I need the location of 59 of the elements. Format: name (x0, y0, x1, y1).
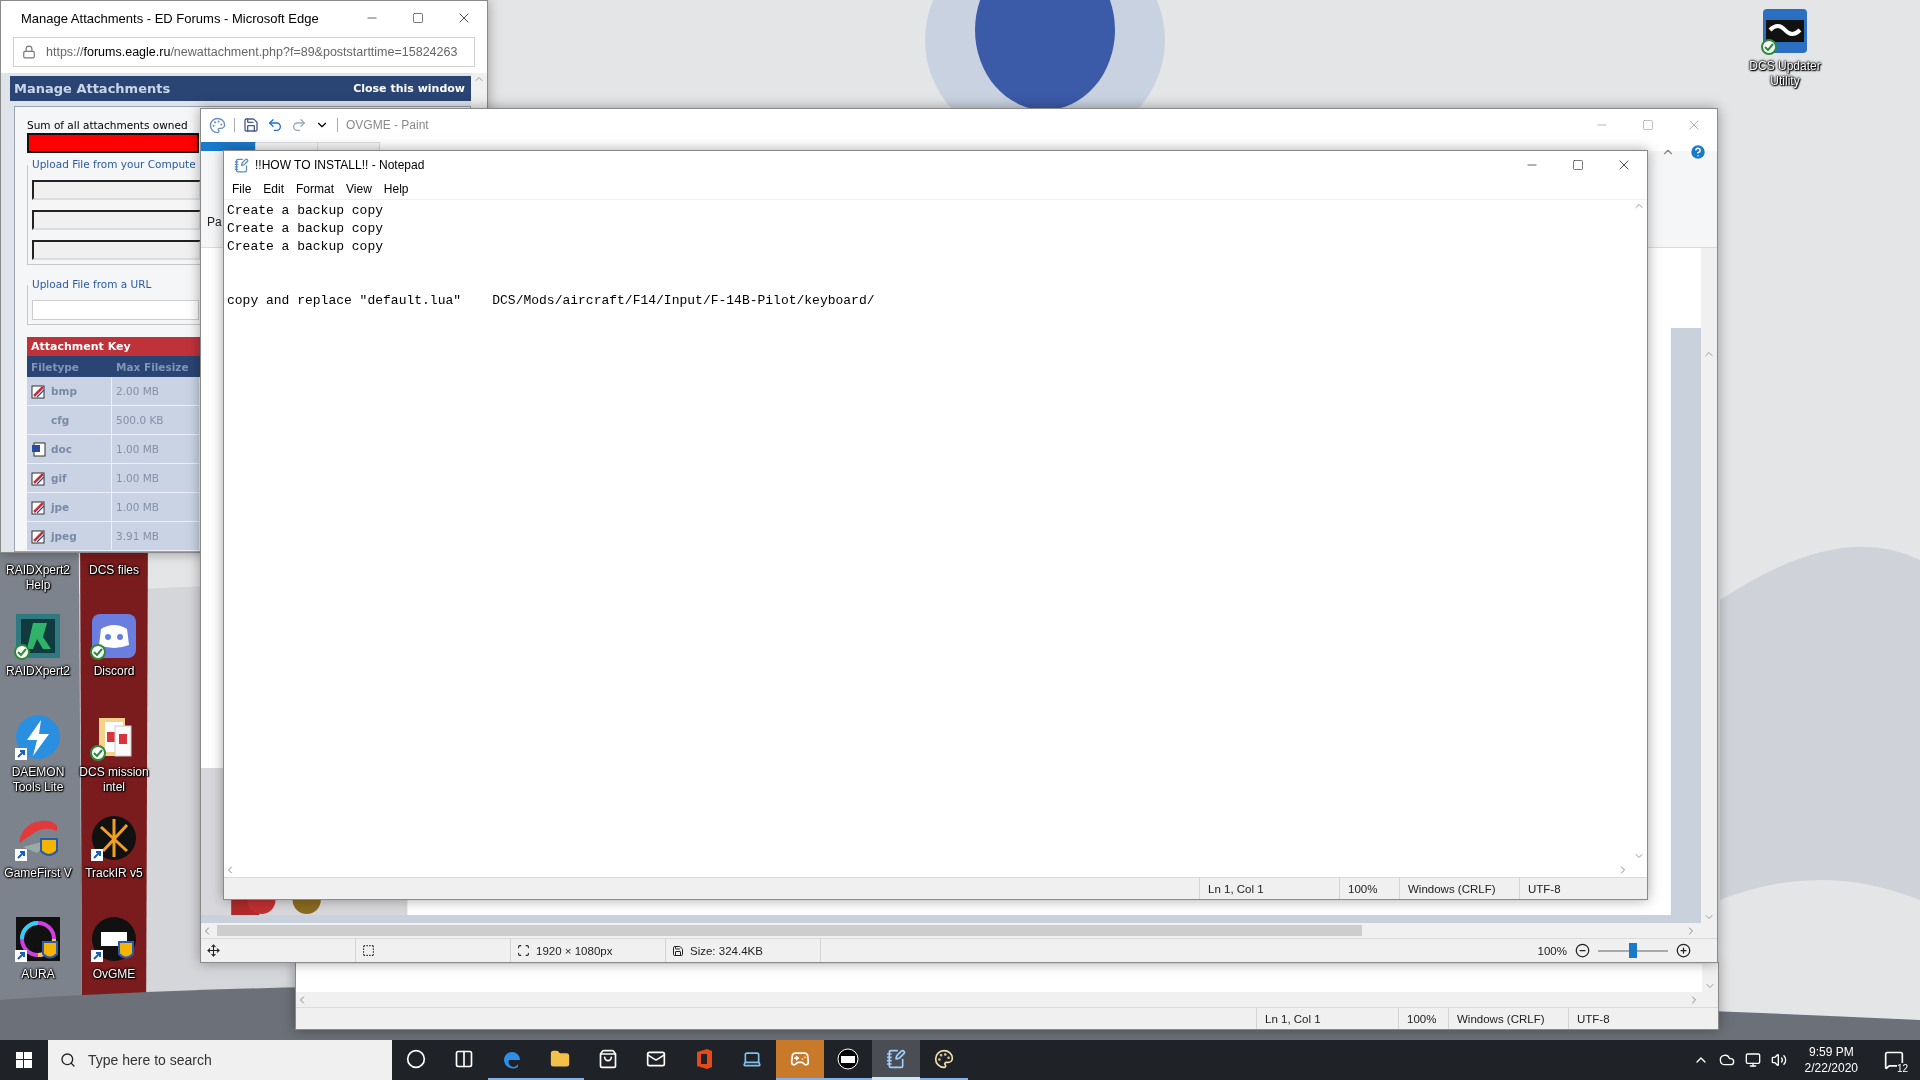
filetype-text: doc (51, 443, 72, 455)
clock-date: 2/22/2020 (1804, 1060, 1858, 1076)
menu-item[interactable]: View (340, 182, 378, 196)
filetype-text: jpeg (51, 530, 77, 542)
menu-item[interactable]: Edit (257, 182, 291, 196)
desktop-icon-label[interactable]: AURA (0, 967, 76, 982)
ribbon-button-label[interactable]: Pa (207, 215, 222, 229)
table-title: Attachment Key (27, 337, 200, 356)
desktop-icon-label[interactable]: DAEMON Tools Lite (0, 765, 76, 795)
window-title: Manage Attachments - ED Forums - Microsoft Edge (20, 10, 319, 26)
notifications-button[interactable]: 12 (1876, 1040, 1912, 1080)
desktop-icon-label[interactable]: Discord (76, 664, 152, 679)
window-title: !!HOW TO INSTALL!! - Notepad (255, 158, 425, 172)
image-dimensions: 1920 × 1080px (536, 944, 613, 957)
filetype-text: cfg (51, 414, 70, 426)
status-text: Windows (CRLF) (1408, 882, 1496, 895)
table-cell: 3.91 MB (112, 522, 200, 551)
status-text: UTF-8 (1528, 882, 1561, 895)
sum-label: Sum of all attachments owned (27, 119, 188, 131)
table-cell: 1.00 MB (112, 493, 200, 522)
filetype-text: jpe (51, 501, 70, 513)
column-header: Max Filesize (112, 356, 200, 377)
status-text: 100% (1348, 882, 1378, 895)
status-text: UTF-8 (1577, 1012, 1610, 1025)
clock-time: 9:59 PM (1808, 1044, 1854, 1060)
table-cell: 1.00 MB (112, 464, 200, 493)
document-text[interactable]: Create a backup copy Create a backup copy Create a backup copy copy and replace "default.lua" DCS/Mods/aircraft/F14/Input/F-14B-Pilot/keyboard/ (224, 200, 1631, 862)
desktop-icon-label[interactable]: GameFirst V (0, 866, 76, 881)
desktop-icon-label[interactable]: DCS Updater Utility (1747, 59, 1823, 89)
menu-item[interactable]: File (226, 182, 258, 196)
window-title: OVGME - Paint (346, 118, 429, 132)
desktop-icon-label[interactable]: DCS files (76, 563, 152, 578)
table-cell: 2.00 MB (112, 377, 200, 406)
status-text: Windows (CRLF) (1457, 1012, 1545, 1025)
table-cell: 500.0 KB (112, 406, 200, 435)
menu-item[interactable]: Format (290, 182, 341, 196)
desktop-icon-label[interactable]: OvGME (76, 967, 152, 982)
clock[interactable]: 9:59 PM 2/22/2020 (1796, 1044, 1866, 1076)
filetype-text: bmp (51, 385, 77, 397)
status-text: Ln 1, Col 1 (1265, 1012, 1321, 1025)
fieldset-legend: Upload File from your Compute (32, 158, 196, 170)
close-window-link[interactable]: Close this window (353, 82, 465, 95)
column-header: Filetype (27, 356, 112, 377)
url-text: https://forums.eagle.ru/newattachment.php?f=89&poststarttime=15824263 (46, 45, 458, 59)
fieldset-legend: Upload File from a URL (32, 278, 152, 290)
notification-count: 12 (1896, 1063, 1908, 1074)
address-bar[interactable]: https://forums.eagle.ru/newattachment.php?f=89&poststarttime=15824263 (13, 37, 475, 67)
desktop-icon-label[interactable]: RAIDXpert2 Help (0, 563, 76, 593)
table-cell: 1.00 MB (112, 435, 200, 464)
file-size: Size: 324.4KB (690, 944, 763, 957)
desktop-icon-label[interactable]: TrackIR v5 (76, 866, 152, 881)
menu-item[interactable]: Help (377, 182, 415, 196)
status-text: Ln 1, Col 1 (1208, 882, 1264, 895)
search-field[interactable]: Type here to search (48, 1040, 392, 1080)
desktop-icon-label[interactable]: RAIDXpert2 (0, 664, 76, 679)
zoom-level: 100% (1537, 944, 1567, 957)
page-title: Manage Attachments (14, 81, 171, 96)
status-text: 100% (1407, 1012, 1437, 1025)
filetype-text: gif (51, 472, 67, 484)
